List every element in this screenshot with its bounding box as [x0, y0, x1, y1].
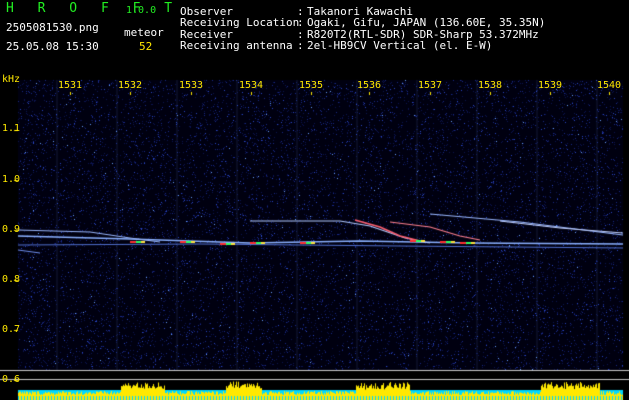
app-version: 1.0.0	[126, 5, 157, 16]
meteor-counter-label: meteor	[124, 26, 164, 39]
info-sep: :	[297, 39, 304, 52]
y-tick: 0.8	[2, 274, 21, 285]
info-sep: :	[297, 16, 304, 29]
info-key-location: Receiving Location	[180, 16, 300, 29]
hrofft-window: H R O F F T 1.0.0 2505081530.png 25.05.0…	[0, 0, 629, 400]
spectrogram-canvas	[0, 0, 629, 400]
y-axis-unit: kHz	[2, 74, 21, 85]
meteor-counter-value: 52	[139, 40, 153, 53]
x-tick: 1531	[58, 80, 83, 91]
x-tick: 1538	[478, 80, 503, 91]
x-tick: 1540	[597, 80, 622, 91]
info-value-location: Ogaki, Gifu, JAPAN (136.60E, 35.35N)	[307, 16, 546, 29]
y-tick: 0.6	[2, 374, 21, 385]
x-tick: 1536	[357, 80, 382, 91]
y-tick: 1.0	[2, 174, 21, 185]
file-name: 2505081530.png	[6, 21, 99, 34]
y-tick: 1.1	[2, 123, 21, 134]
x-tick: 1533	[179, 80, 204, 91]
y-tick: 0.7	[2, 324, 21, 335]
y-tick: 0.9	[2, 224, 21, 235]
x-tick: 1534	[239, 80, 264, 91]
info-value-antenna: 2el-HB9CV Vertical (el. E-W)	[307, 39, 493, 52]
x-tick: 1532	[118, 80, 143, 91]
file-datetime: 25.05.08 15:30	[6, 40, 99, 53]
info-key-antenna: Receiving antenna	[180, 39, 293, 52]
x-tick: 1535	[299, 80, 324, 91]
x-tick: 1537	[418, 80, 443, 91]
x-tick: 1539	[538, 80, 563, 91]
